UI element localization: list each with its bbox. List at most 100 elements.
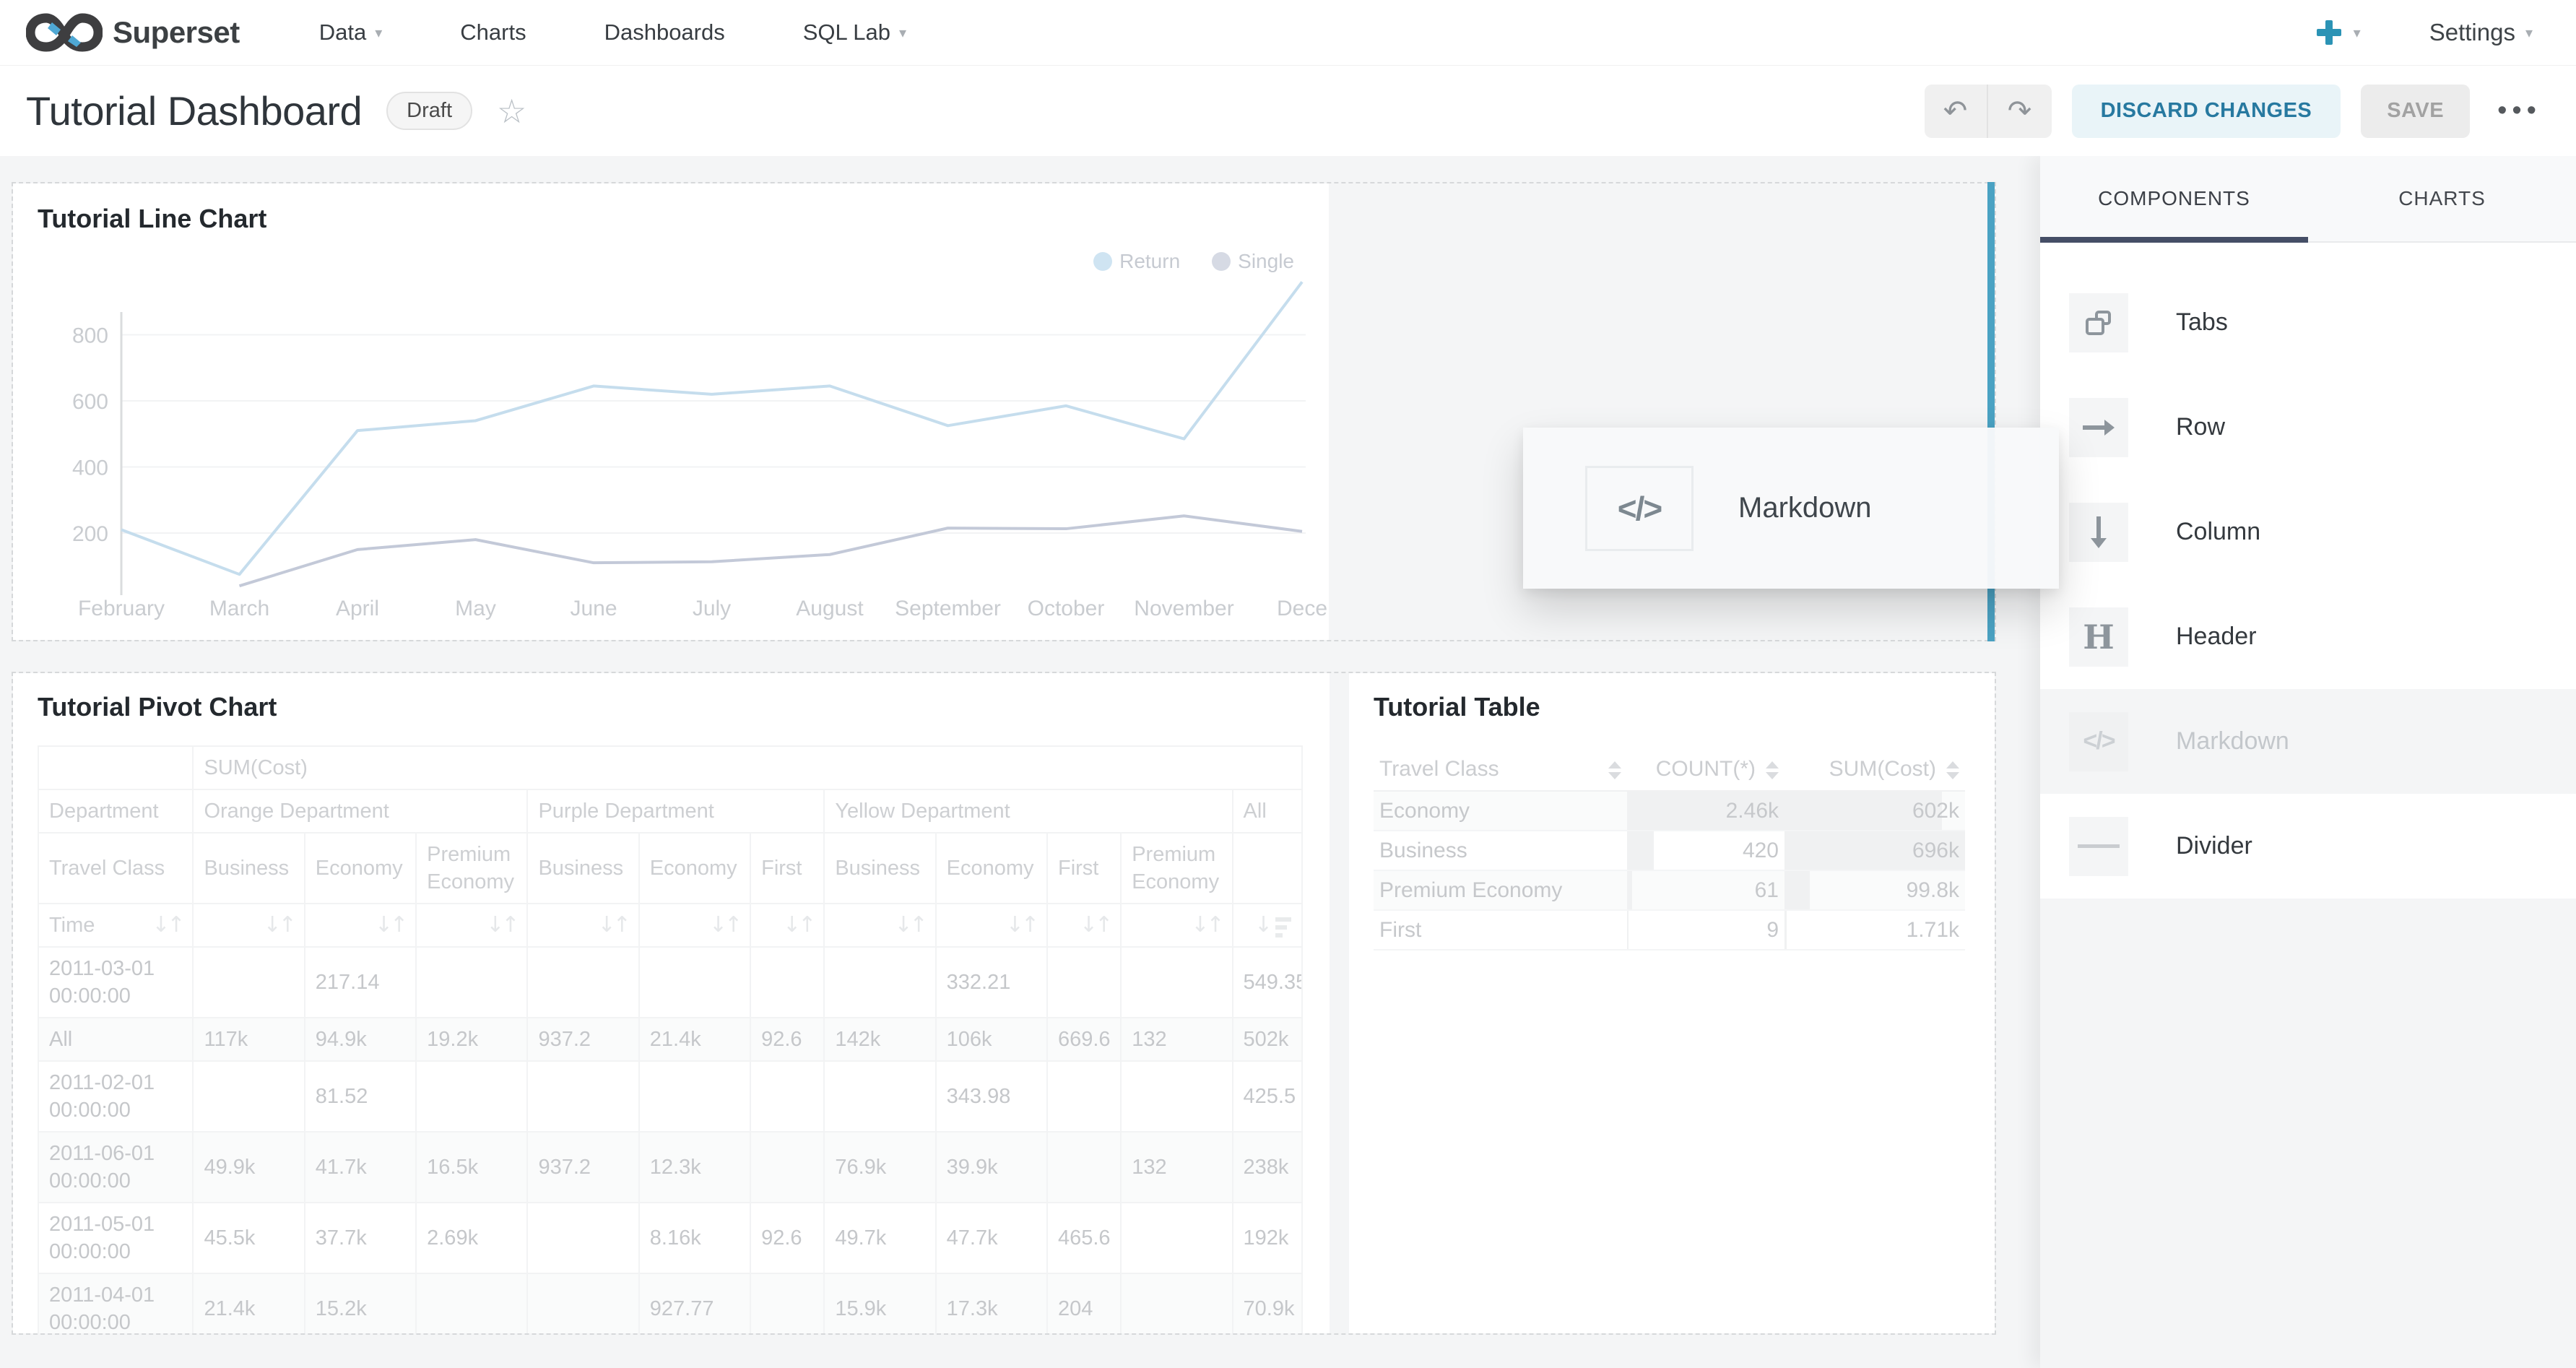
component-item-column[interactable]: Column	[2040, 480, 2576, 584]
component-item-tabs[interactable]: Tabs	[2040, 270, 2576, 375]
pivot-value-cell: 47.7k	[936, 1203, 1047, 1273]
pivot-data-row: 2011-02-01 00:00:0081.52343.98425.5	[38, 1061, 1302, 1132]
travel-class-cell: Economy	[1374, 791, 1627, 831]
count-cell: 61	[1627, 870, 1784, 910]
overflow-menu-icon[interactable]: •••	[2497, 95, 2541, 126]
pivot-value-cell: 81.52	[305, 1061, 416, 1132]
nav-menu: Data▾ Charts Dashboards SQL Lab▾	[319, 20, 906, 46]
nav-item-charts[interactable]: Charts	[460, 20, 526, 46]
pivot-data-row: 2011-03-01 00:00:00217.14332.21549.35	[38, 947, 1302, 1018]
pivot-group-header: Orange Department	[193, 789, 527, 833]
tabs-icon	[2069, 293, 2128, 352]
legend-item-return[interactable]: Return	[1093, 250, 1180, 273]
pivot-class-header: Economy	[305, 833, 416, 904]
pivot-value-cell: 17.3k	[936, 1273, 1047, 1333]
pivot-value-cell	[527, 1061, 638, 1132]
redo-button[interactable]: ↷	[1988, 85, 2052, 138]
save-button[interactable]: SAVE	[2361, 85, 2470, 138]
legend-dot-icon	[1093, 252, 1112, 271]
sort-carets-icon[interactable]	[1766, 761, 1779, 779]
sort-carets-icon[interactable]	[1946, 761, 1959, 779]
dragged-markdown-card[interactable]: </> Markdown	[1523, 428, 2059, 589]
chevron-down-icon: ▾	[2525, 24, 2533, 42]
svg-text:600: 600	[72, 390, 108, 414]
pivot-value-cell	[193, 947, 304, 1018]
pivot-value-cell	[750, 1061, 824, 1132]
chart-title: Tutorial Pivot Chart	[38, 692, 1305, 722]
pivot-value-cell	[750, 1132, 824, 1203]
favorite-star-icon[interactable]: ☆	[497, 92, 526, 131]
pivot-chart-panel[interactable]: Tutorial Pivot Chart SUM(Cost)Department…	[13, 673, 1330, 1333]
sort-icon[interactable]: ↓↑	[264, 912, 294, 939]
sort-icon[interactable]: ↓↑	[375, 912, 405, 939]
pivot-value-cell: 19.2k	[416, 1018, 527, 1061]
pivot-department-row: DepartmentOrange DepartmentPurple Depart…	[38, 789, 1302, 833]
pivot-time-cell: 2011-05-01 00:00:00	[38, 1203, 193, 1273]
column-header[interactable]: COUNT(*)	[1627, 748, 1784, 791]
pivot-value-cell: 76.9k	[824, 1132, 935, 1203]
chart-title: Tutorial Table	[1374, 692, 1970, 722]
pivot-value-cell: 92.6	[750, 1203, 824, 1273]
nav-item-label: Dashboards	[604, 20, 725, 46]
travel-class-cell: Premium Economy	[1374, 870, 1627, 910]
pivot-value-cell	[1121, 1061, 1232, 1132]
sidebar-tabs: COMPONENTSCHARTS	[2040, 156, 2576, 243]
pivot-data-row: 2011-04-01 00:00:0021.4k15.2k927.7715.9k…	[38, 1273, 1302, 1333]
nav-item-label: Charts	[460, 20, 526, 46]
count-cell: 9	[1627, 910, 1784, 950]
sort-icon[interactable]: ↓↑	[894, 912, 924, 939]
sort-icon[interactable]: ↓↑	[1006, 912, 1036, 939]
sort-icon[interactable]: ↓↑	[152, 912, 182, 939]
dashboard-header: Tutorial Dashboard Draft ☆ ↶ ↷ DISCARD C…	[0, 66, 2576, 156]
column-header[interactable]: SUM(Cost)	[1784, 748, 1965, 791]
pivot-value-cell: 8.16k	[639, 1203, 750, 1273]
legend-item-single[interactable]: Single	[1212, 250, 1294, 273]
sort-carets-icon[interactable]	[1608, 761, 1621, 779]
sort-icon[interactable]: ↓↑	[1191, 912, 1221, 939]
column-header[interactable]: Travel Class	[1374, 748, 1627, 791]
pivot-value-cell	[416, 1273, 527, 1333]
pivot-value-cell	[1121, 1273, 1232, 1333]
pivot-metric-row: SUM(Cost)	[38, 746, 1302, 789]
component-item-header[interactable]: HHeader	[2040, 584, 2576, 689]
pivot-value-cell: 39.9k	[936, 1132, 1047, 1203]
superset-logo[interactable]: Superset	[26, 12, 240, 53]
markdown-icon: </>	[1585, 466, 1694, 551]
pivot-value-cell: 49.9k	[193, 1132, 304, 1203]
tab-components[interactable]: COMPONENTS	[2040, 156, 2308, 241]
sort-icon[interactable]: ↓↑	[1080, 912, 1110, 939]
sum-cell: 1.71k	[1784, 910, 1965, 950]
chevron-down-icon: ▾	[2354, 24, 2361, 42]
component-item-markdown: </>Markdown	[2040, 689, 2576, 794]
component-item-divider[interactable]: Divider	[2040, 794, 2576, 899]
nav-item-data[interactable]: Data▾	[319, 20, 383, 46]
sum-cell: 602k	[1784, 791, 1965, 831]
undo-redo-group: ↶ ↷	[1925, 85, 2052, 138]
nav-item-dashboards[interactable]: Dashboards	[604, 20, 725, 46]
pivot-class-header: Economy	[936, 833, 1047, 904]
nav-item-sql-lab[interactable]: SQL Lab▾	[803, 20, 906, 46]
pivot-value-cell: 94.9k	[305, 1018, 416, 1061]
component-item-row[interactable]: Row	[2040, 375, 2576, 480]
page-title[interactable]: Tutorial Dashboard	[26, 87, 362, 134]
table-row: Premium Economy6199.8k	[1374, 870, 1965, 910]
pivot-value-cell: 549.35	[1233, 947, 1302, 1018]
tab-charts[interactable]: CHARTS	[2308, 156, 2576, 241]
settings-menu[interactable]: Settings ▾	[2429, 19, 2533, 46]
undo-button[interactable]: ↶	[1925, 85, 1988, 138]
top-navbar: Superset Data▾ Charts Dashboards SQL Lab▾ ▾…	[0, 0, 2576, 66]
svg-text:September: September	[895, 597, 1001, 620]
pivot-value-cell: 16.5k	[416, 1132, 527, 1203]
pivot-value-cell: 49.7k	[824, 1203, 935, 1273]
sort-amount-icon[interactable]: ↓	[1254, 912, 1291, 939]
sort-icon[interactable]: ↓↑	[783, 912, 813, 939]
discard-changes-button[interactable]: DISCARD CHANGES	[2072, 85, 2341, 138]
sort-icon[interactable]: ↓↑	[486, 912, 516, 939]
pivot-class-header: Premium Economy	[1121, 833, 1232, 904]
table-chart-panel[interactable]: Tutorial Table Travel ClassCOUNT(*)SUM(C…	[1349, 673, 1995, 1333]
new-item-button[interactable]: ▾	[2313, 17, 2361, 48]
sort-icon[interactable]: ↓↑	[598, 912, 628, 939]
line-chart-panel[interactable]: Tutorial Line Chart ReturnSingle 8006004…	[13, 183, 1329, 640]
sort-icon[interactable]: ↓↑	[709, 912, 740, 939]
pivot-value-cell: 12.3k	[639, 1132, 750, 1203]
